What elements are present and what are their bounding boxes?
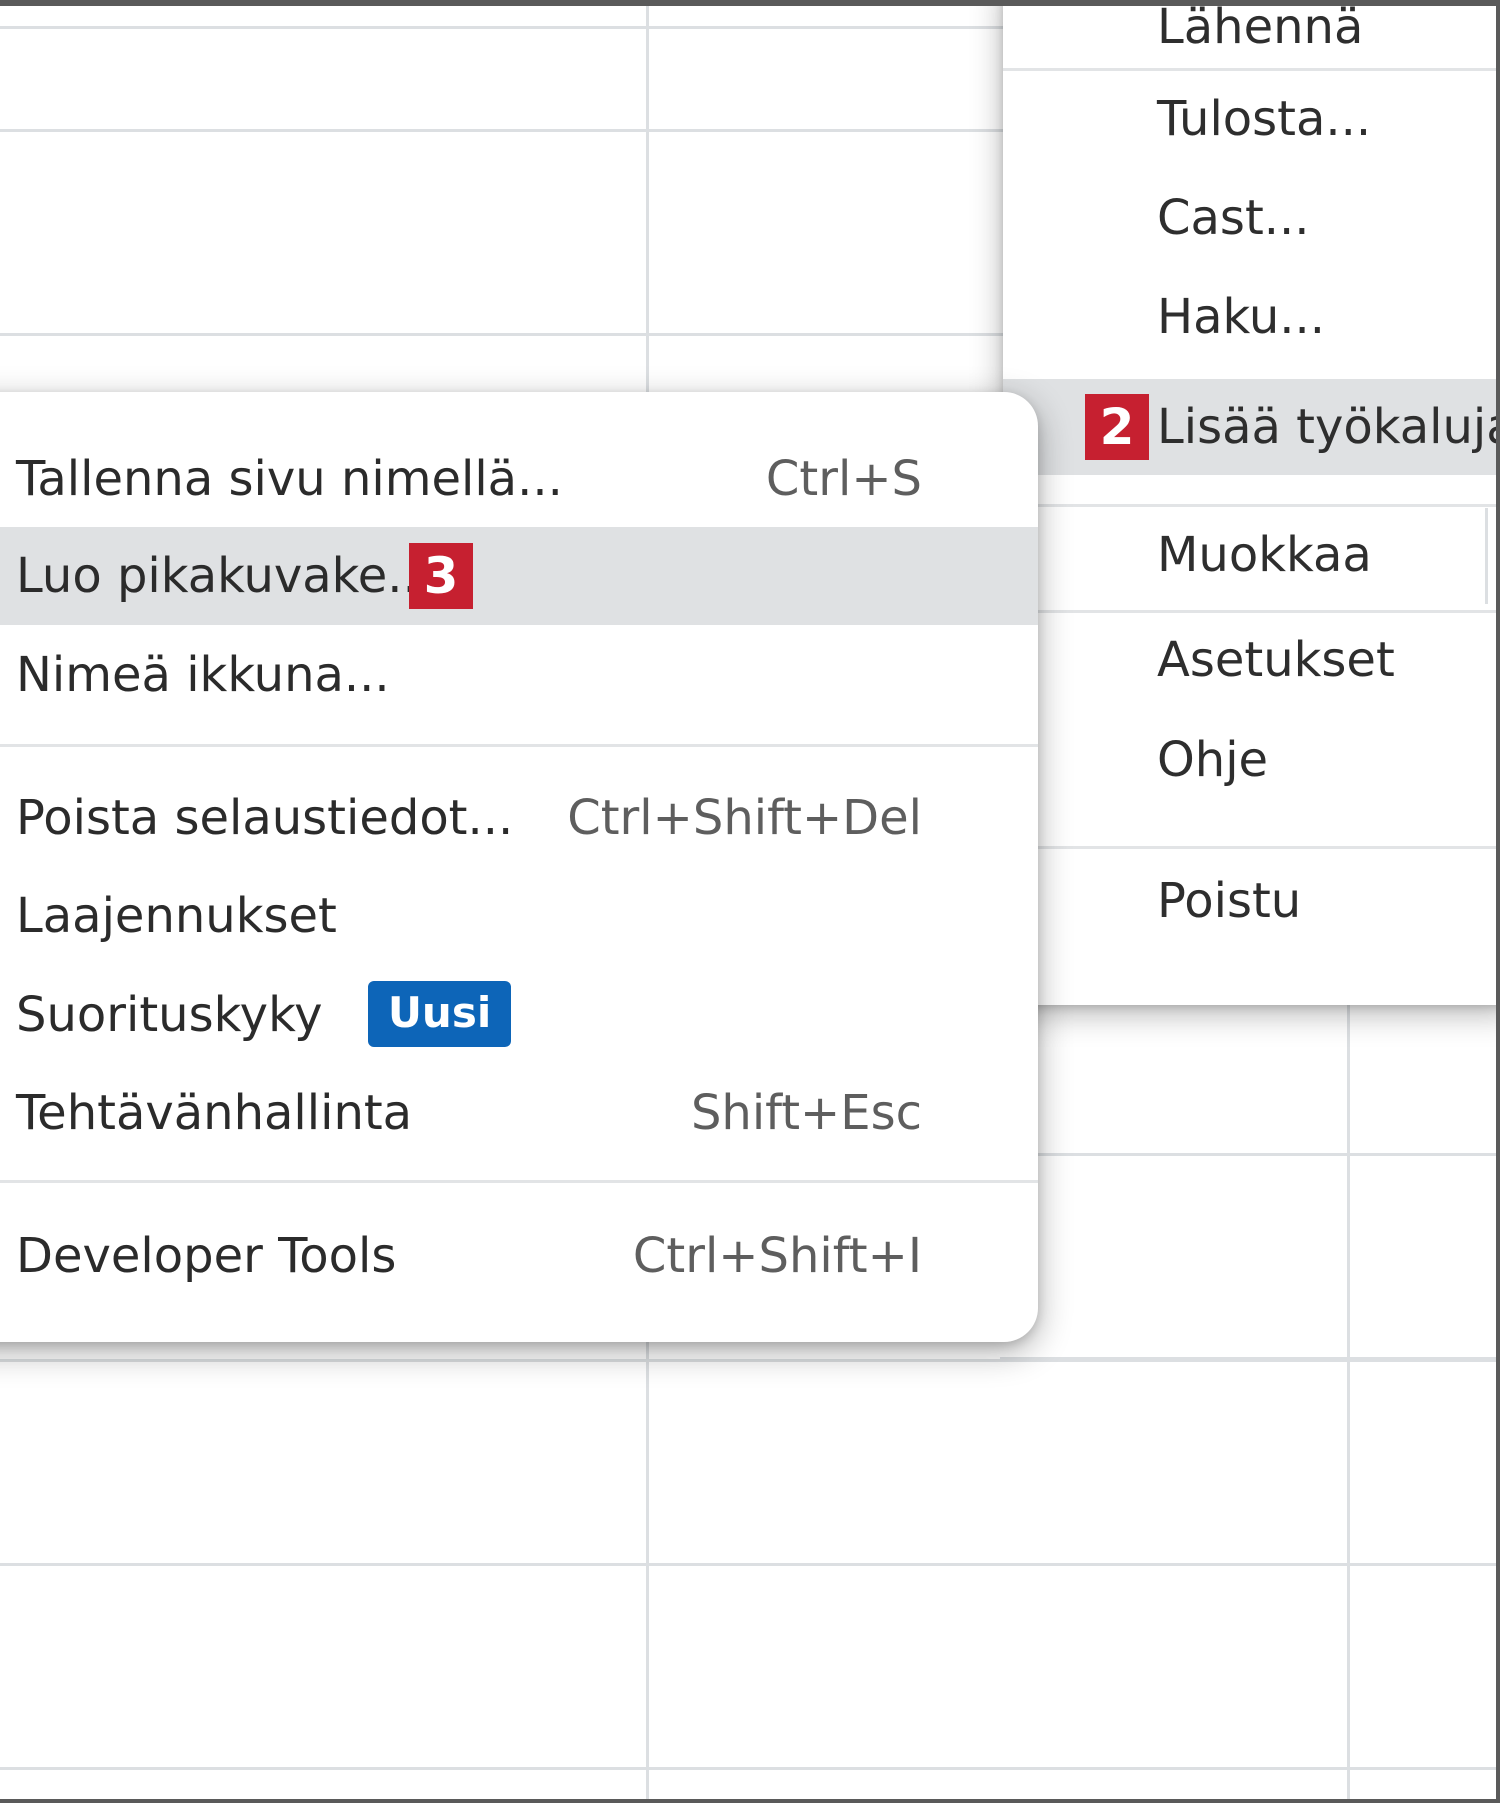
submenu-item-label: Developer Tools: [16, 1228, 397, 1284]
step-2-badge: 2: [1085, 394, 1149, 460]
submenu-item-extensions[interactable]: Laajennukset: [0, 867, 1038, 965]
edit-divider: [1485, 508, 1488, 604]
submenu-item-label: Tallenna sivu nimellä...: [16, 451, 563, 507]
grid-line: [0, 1767, 1500, 1770]
menu-item-exit[interactable]: Poistu: [1003, 854, 1500, 948]
menu-item-label: Lähennä: [1157, 0, 1364, 55]
grid-line: [0, 1359, 1500, 1362]
more-tools-submenu: Tallenna sivu nimellä... Ctrl+S Luo pika…: [0, 392, 1038, 1342]
menu-item-label: Muokkaa: [1157, 527, 1372, 583]
menu-item-cast[interactable]: Cast...: [1003, 171, 1500, 265]
shortcut-label: Ctrl+S: [765, 451, 922, 507]
submenu-item-label: Tehtävänhallinta: [16, 1085, 413, 1141]
menu-separator: [1003, 68, 1500, 71]
submenu-item-label: Luo pikakuvake...: [16, 527, 433, 625]
menu-item-settings[interactable]: Asetukset: [1003, 613, 1500, 707]
menu-item-label: Cast...: [1157, 190, 1310, 246]
browser-main-menu: Lähennä Tulosta... Cast... Haku... 2 Lis…: [1003, 0, 1500, 1005]
menu-item-label: Lisää työkaluja: [1157, 399, 1500, 455]
menu-separator: [0, 1180, 1038, 1183]
menu-item-label: Tulosta...: [1157, 91, 1372, 147]
submenu-item-label: Poista selaustiedot...: [16, 790, 514, 846]
step-3-badge: 3: [409, 543, 473, 609]
shortcut-label: Ctrl+Shift+I: [632, 1228, 922, 1284]
submenu-item-create-shortcut[interactable]: Luo pikakuvake... 3: [0, 527, 1038, 625]
menu-item-zoom[interactable]: Lähennä: [1003, 0, 1500, 74]
menu-item-label: Asetukset: [1157, 632, 1395, 688]
new-badge: Uusi: [367, 981, 512, 1047]
menu-item-more-tools[interactable]: 2 Lisää työkaluja: [1003, 379, 1500, 475]
menu-item-find[interactable]: Haku...: [1003, 270, 1500, 364]
submenu-item-save-page[interactable]: Tallenna sivu nimellä... Ctrl+S: [0, 430, 1038, 528]
grid-line: [1347, 1000, 1350, 1803]
submenu-item-developer-tools[interactable]: Developer Tools Ctrl+Shift+I: [0, 1207, 1038, 1305]
submenu-item-name-window[interactable]: Nimeä ikkuna...: [0, 626, 1038, 724]
grid-line: [0, 1563, 1500, 1566]
grid-line: [0, 26, 1010, 29]
shortcut-label: Ctrl+Shift+Del: [567, 790, 922, 846]
menu-separator: [0, 744, 1038, 747]
menu-item-label: Ohje: [1157, 732, 1269, 788]
submenu-item-label: Laajennukset: [16, 888, 337, 944]
menu-item-print[interactable]: Tulosta...: [1003, 72, 1500, 166]
submenu-item-clear-browsing-data[interactable]: Poista selaustiedot... Ctrl+Shift+Del: [0, 769, 1038, 867]
window-frame-top: [0, 0, 1500, 6]
menu-separator: [1003, 846, 1500, 849]
window-frame-bottom: [0, 1799, 1500, 1803]
grid-line: [0, 129, 1010, 132]
grid-line: [0, 333, 1010, 336]
submenu-item-label: Suorituskyky Uusi: [16, 966, 512, 1064]
window-frame-right: [1496, 0, 1500, 1803]
menu-item-label: Haku...: [1157, 289, 1326, 345]
menu-item-label: Poistu: [1157, 873, 1302, 929]
submenu-item-label: Nimeä ikkuna...: [16, 647, 390, 703]
menu-item-edit[interactable]: Muokkaa: [1003, 505, 1500, 605]
submenu-item-text: Luo pikakuvake...: [16, 548, 434, 604]
submenu-item-task-manager[interactable]: Tehtävänhallinta Shift+Esc: [0, 1064, 1038, 1162]
menu-item-help[interactable]: Ohje: [1003, 713, 1500, 807]
submenu-item-text: Suorituskyky: [16, 987, 323, 1043]
grid-line: [1000, 1153, 1500, 1156]
shortcut-label: Shift+Esc: [690, 1085, 922, 1141]
submenu-item-performance[interactable]: Suorituskyky Uusi: [0, 966, 1038, 1064]
